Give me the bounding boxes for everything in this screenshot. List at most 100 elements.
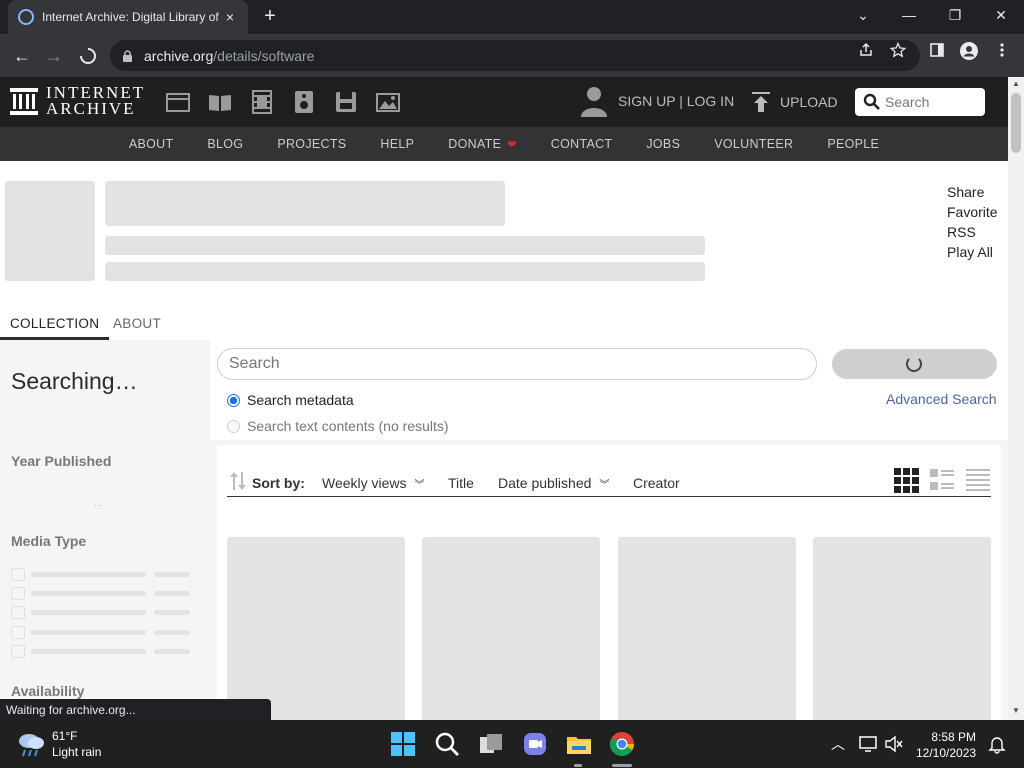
compact-list-view-icon[interactable]	[965, 467, 991, 493]
page-scrollbar[interactable]: ▲ ▼	[1008, 77, 1024, 720]
rss-link[interactable]: RSS	[947, 222, 998, 242]
nav-contact[interactable]: CONTACT	[551, 137, 613, 151]
nav-about[interactable]: ABOUT	[129, 137, 174, 151]
advanced-search-link[interactable]: Advanced Search	[886, 391, 997, 407]
close-window-button[interactable]: ✕	[978, 0, 1024, 30]
scroll-up-icon[interactable]: ▲	[1008, 77, 1024, 91]
audio-icon[interactable]	[291, 89, 317, 115]
nav-blog[interactable]: BLOG	[207, 137, 243, 151]
facet-placeholder-row	[11, 644, 191, 658]
search-icon	[863, 93, 880, 110]
scroll-down-icon[interactable]: ▼	[1008, 704, 1024, 718]
chevron-down-icon: ︾	[599, 479, 610, 491]
sort-date-published[interactable]: Date published ︾	[498, 475, 609, 491]
nav-donate-label: DONATE	[448, 137, 502, 151]
upload-label: UPLOAD	[780, 94, 838, 110]
volume-muted-icon[interactable]	[884, 734, 904, 754]
nav-projects[interactable]: PROJECTS	[277, 137, 346, 151]
radio-unselected-icon[interactable]	[227, 419, 240, 433]
web-icon[interactable]	[165, 89, 191, 115]
site-search-box[interactable]: Search	[855, 88, 985, 116]
lock-icon	[122, 49, 134, 62]
bookmark-star-icon[interactable]	[887, 41, 909, 64]
nav-volunteer[interactable]: VOLUNTEER	[714, 137, 793, 151]
show-hidden-icons-icon[interactable]: ︿	[828, 734, 848, 754]
weather-condition: Light rain	[52, 745, 102, 759]
logo-line-2: ARCHIVE	[46, 99, 136, 118]
browser-menu-icon[interactable]	[991, 42, 1013, 64]
browser-tab[interactable]: Internet Archive: Digital Library of Fre…	[8, 0, 248, 34]
texts-icon[interactable]	[207, 89, 233, 115]
upload-link[interactable]: UPLOAD	[750, 91, 838, 113]
weather-widget[interactable]: 61°F Light rain	[16, 728, 101, 760]
sort-creator[interactable]: Creator	[633, 475, 680, 491]
nav-donate[interactable]: DONATE ❤	[448, 137, 517, 151]
favorite-link[interactable]: Favorite	[947, 202, 998, 222]
site-nav: ABOUT BLOG PROJECTS HELP DONATE ❤ CONTACT…	[0, 127, 1008, 161]
nav-help[interactable]: HELP	[380, 137, 414, 151]
availability-heading: Availability	[11, 683, 85, 699]
file-explorer-icon[interactable]	[565, 730, 593, 758]
search-metadata-option[interactable]: Search metadata	[227, 392, 354, 408]
system-clock[interactable]: 8:58 PM 12/10/2023	[916, 729, 976, 761]
scrollbar-thumb[interactable]	[1011, 93, 1021, 153]
sort-direction-icon[interactable]	[229, 471, 247, 491]
result-tile-placeholder	[618, 537, 796, 737]
collection-description-placeholder	[105, 262, 705, 281]
internet-archive-favicon-icon	[18, 9, 34, 25]
play-all-link[interactable]: Play All	[947, 242, 998, 262]
sort-weekly-views[interactable]: Weekly views ︾	[322, 475, 425, 491]
facet-placeholder-row	[11, 567, 191, 581]
sign-in-area[interactable]: SIGN UP | LOG IN	[580, 85, 734, 117]
result-tile-placeholder	[813, 537, 991, 737]
active-app-indicator	[612, 764, 632, 767]
profile-icon[interactable]	[958, 42, 980, 64]
tile-view-icon[interactable]	[893, 467, 919, 493]
task-view-icon[interactable]	[477, 730, 505, 758]
teams-chat-icon[interactable]	[521, 730, 549, 758]
share-link[interactable]: Share	[947, 182, 998, 202]
media-type-icons	[165, 89, 401, 115]
network-icon[interactable]	[858, 734, 878, 754]
tab-about[interactable]: ABOUT	[113, 316, 161, 331]
tab-close-icon[interactable]: ×	[222, 9, 238, 25]
windows-start-icon[interactable]	[389, 730, 417, 758]
address-bar[interactable]: archive.org/details/software	[110, 40, 920, 71]
collection-search-input[interactable]: Search	[217, 348, 817, 380]
new-tab-button[interactable]: +	[258, 4, 282, 28]
view-mode-toggles	[893, 467, 991, 493]
nav-jobs[interactable]: JOBS	[646, 137, 680, 151]
radio-selected-icon[interactable]	[227, 393, 240, 407]
browser-tab-strip: Internet Archive: Digital Library of Fre…	[0, 0, 1024, 34]
sort-bar: Sort by: Weekly views ︾ Title Date publis…	[227, 467, 991, 497]
software-icon[interactable]	[333, 89, 359, 115]
images-icon[interactable]	[375, 89, 401, 115]
rain-cloud-icon	[19, 734, 44, 757]
internet-archive-logo[interactable]: INTERNET ARCHIVE	[10, 84, 145, 118]
video-icon[interactable]	[249, 89, 275, 115]
search-submit-button[interactable]	[832, 349, 997, 379]
list-detail-view-icon[interactable]	[929, 467, 955, 493]
side-panel-icon[interactable]	[926, 42, 948, 64]
collection-thumbnail-placeholder	[5, 181, 95, 281]
restore-button[interactable]: ❐	[932, 0, 978, 30]
forward-button[interactable]: →	[41, 43, 67, 69]
results-panel: Sort by: Weekly views ︾ Title Date publis…	[217, 445, 1001, 737]
nav-people[interactable]: PEOPLE	[827, 137, 879, 151]
minimize-button[interactable]: —	[886, 0, 932, 30]
browser-toolbar: ← → archive.org/details/software	[0, 34, 1024, 77]
stop-loading-button[interactable]	[75, 43, 101, 69]
signup-login-link[interactable]: SIGN UP | LOG IN	[618, 93, 734, 109]
notification-bell-icon[interactable]	[987, 734, 1007, 754]
taskbar-search-icon[interactable]	[433, 730, 461, 758]
chrome-icon[interactable]	[608, 730, 636, 758]
sort-title[interactable]: Title	[448, 475, 474, 491]
tab-search-icon[interactable]: ⌄	[840, 0, 886, 30]
search-text-option[interactable]: Search text contents (no results)	[227, 418, 449, 434]
tab-collection[interactable]: COLLECTION	[0, 316, 110, 340]
browser-status-text: Waiting for archive.org...	[0, 699, 271, 720]
back-button[interactable]: ←	[9, 43, 35, 69]
search-text-label: Search text contents (no results)	[247, 418, 449, 434]
share-icon[interactable]	[855, 42, 877, 64]
collection-description-placeholder	[105, 236, 705, 255]
